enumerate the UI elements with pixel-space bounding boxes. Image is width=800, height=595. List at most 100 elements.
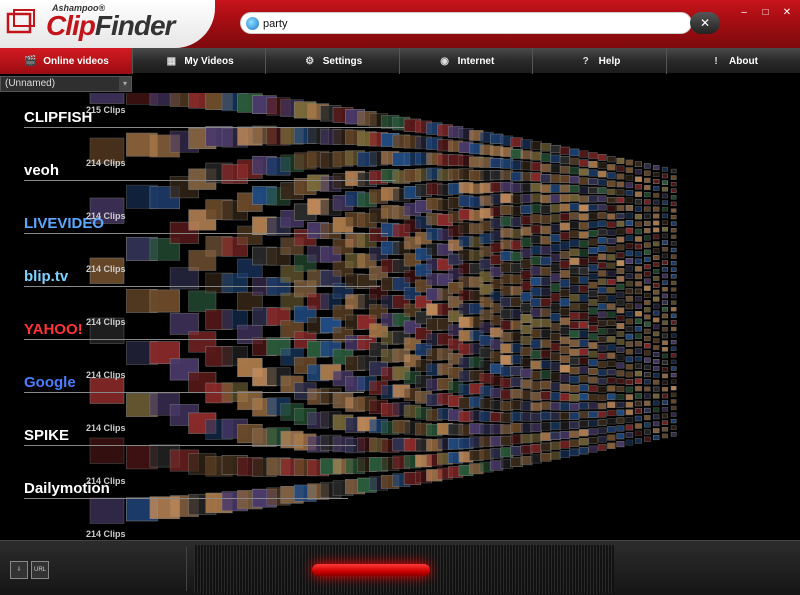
video-thumbnail[interactable] bbox=[625, 212, 634, 219]
video-thumbnail[interactable] bbox=[643, 350, 651, 356]
source-row[interactable]: Dailymotion 214 Clips bbox=[24, 476, 144, 504]
video-thumbnail[interactable] bbox=[661, 320, 668, 325]
video-thumbnail[interactable] bbox=[607, 360, 616, 368]
video-thumbnail[interactable] bbox=[616, 165, 625, 172]
video-thumbnail[interactable] bbox=[559, 175, 571, 184]
video-thumbnail[interactable] bbox=[569, 194, 580, 202]
video-thumbnail[interactable] bbox=[578, 177, 589, 185]
video-thumbnail[interactable] bbox=[578, 402, 589, 410]
video-thumbnail[interactable] bbox=[588, 324, 598, 332]
video-thumbnail[interactable] bbox=[625, 258, 634, 264]
video-thumbnail[interactable] bbox=[569, 203, 580, 211]
video-thumbnail[interactable] bbox=[634, 348, 642, 354]
video-thumbnail[interactable] bbox=[588, 152, 598, 160]
video-thumbnail[interactable] bbox=[597, 444, 607, 451]
video-thumbnail[interactable] bbox=[588, 402, 598, 410]
video-thumbnail[interactable] bbox=[652, 317, 660, 323]
video-thumbnail[interactable] bbox=[625, 280, 634, 287]
video-thumbnail[interactable] bbox=[661, 413, 668, 419]
video-thumbnail[interactable] bbox=[661, 246, 668, 252]
video-thumbnail[interactable] bbox=[597, 286, 607, 294]
video-thumbnail[interactable] bbox=[607, 164, 616, 171]
video-thumbnail[interactable] bbox=[661, 233, 668, 239]
video-thumbnail[interactable] bbox=[670, 267, 677, 272]
video-thumbnail[interactable] bbox=[569, 403, 580, 411]
video-thumbnail[interactable] bbox=[670, 359, 677, 365]
video-thumbnail[interactable] bbox=[169, 312, 199, 335]
video-thumbnail[interactable] bbox=[578, 285, 589, 293]
video-thumbnail[interactable] bbox=[670, 175, 677, 180]
video-thumbnail[interactable] bbox=[661, 326, 668, 332]
video-thumbnail[interactable] bbox=[652, 345, 660, 351]
video-thumbnail[interactable] bbox=[530, 433, 542, 443]
video-thumbnail[interactable] bbox=[530, 329, 542, 338]
video-thumbnail[interactable] bbox=[530, 423, 542, 432]
video-thumbnail[interactable] bbox=[643, 343, 651, 349]
video-thumbnail[interactable] bbox=[634, 281, 642, 287]
video-thumbnail[interactable] bbox=[670, 425, 677, 430]
video-thumbnail[interactable] bbox=[607, 319, 616, 327]
video-thumbnail[interactable] bbox=[643, 249, 651, 255]
source-row[interactable]: LIVEVIDEO 214 Clips bbox=[24, 211, 144, 239]
video-thumbnail[interactable] bbox=[607, 442, 616, 449]
video-thumbnail[interactable] bbox=[588, 212, 598, 220]
video-thumbnail[interactable] bbox=[616, 252, 625, 259]
video-thumbnail[interactable] bbox=[550, 431, 561, 440]
video-thumbnail[interactable] bbox=[597, 394, 607, 402]
video-thumbnail[interactable] bbox=[616, 212, 625, 219]
video-thumbnail[interactable] bbox=[530, 297, 542, 307]
video-thumbnail[interactable] bbox=[652, 213, 660, 219]
video-thumbnail[interactable] bbox=[661, 333, 668, 339]
video-thumbnail[interactable] bbox=[643, 328, 651, 334]
video-thumbnail[interactable] bbox=[652, 331, 660, 337]
video-thumbnail[interactable] bbox=[540, 453, 552, 462]
video-thumbnail[interactable] bbox=[661, 226, 668, 232]
video-thumbnail[interactable] bbox=[559, 279, 571, 288]
video-thumbnail[interactable] bbox=[661, 353, 668, 359]
video-thumbnail[interactable] bbox=[578, 321, 589, 329]
source-row[interactable]: 214 Clips bbox=[24, 529, 144, 540]
video-thumbnail[interactable] bbox=[643, 357, 651, 363]
video-thumbnail[interactable] bbox=[578, 150, 589, 158]
video-thumbnail[interactable] bbox=[652, 220, 660, 226]
video-thumbnail[interactable] bbox=[597, 261, 607, 269]
video-thumbnail[interactable] bbox=[643, 379, 651, 385]
video-thumbnail[interactable] bbox=[643, 278, 651, 284]
video-thumbnail[interactable] bbox=[550, 382, 561, 391]
video-thumbnail[interactable] bbox=[588, 247, 598, 255]
video-thumbnail[interactable] bbox=[661, 340, 668, 345]
video-thumbnail[interactable] bbox=[634, 198, 642, 205]
video-thumbnail[interactable] bbox=[625, 348, 634, 355]
video-thumbnail[interactable] bbox=[578, 204, 589, 212]
video-thumbnail[interactable] bbox=[616, 386, 625, 393]
video-thumbnail[interactable] bbox=[643, 429, 651, 435]
video-thumbnail[interactable] bbox=[607, 270, 616, 277]
video-thumbnail[interactable] bbox=[550, 174, 561, 183]
video-thumbnail[interactable] bbox=[559, 431, 571, 440]
video-thumbnail[interactable] bbox=[643, 393, 651, 399]
video-thumbnail[interactable] bbox=[550, 332, 561, 342]
video-thumbnail[interactable] bbox=[634, 415, 642, 422]
video-thumbnail[interactable] bbox=[550, 233, 561, 243]
video-thumbnail[interactable] bbox=[670, 386, 677, 391]
video-thumbnail[interactable] bbox=[550, 441, 561, 450]
video-thumbnail[interactable] bbox=[616, 244, 625, 251]
video-thumbnail[interactable] bbox=[643, 415, 651, 421]
video-thumbnail[interactable] bbox=[559, 184, 571, 193]
video-thumbnail[interactable] bbox=[652, 310, 660, 316]
video-thumbnail[interactable] bbox=[569, 184, 580, 193]
video-thumbnail[interactable] bbox=[588, 298, 598, 306]
video-thumbnail[interactable] bbox=[661, 426, 668, 432]
video-thumbnail[interactable] bbox=[661, 213, 668, 219]
video-thumbnail[interactable] bbox=[597, 195, 607, 203]
video-thumbnail[interactable] bbox=[588, 281, 598, 289]
video-thumbnail[interactable] bbox=[670, 412, 677, 417]
video-thumbnail[interactable] bbox=[550, 273, 561, 282]
video-thumbnail[interactable] bbox=[540, 163, 552, 173]
video-thumbnail[interactable] bbox=[550, 224, 561, 233]
video-thumbnail[interactable] bbox=[670, 418, 677, 424]
video-thumbnail[interactable] bbox=[652, 172, 660, 177]
video-thumbnail[interactable] bbox=[597, 220, 607, 228]
video-thumbnail[interactable] bbox=[643, 271, 651, 277]
video-thumbnail[interactable] bbox=[578, 348, 589, 356]
